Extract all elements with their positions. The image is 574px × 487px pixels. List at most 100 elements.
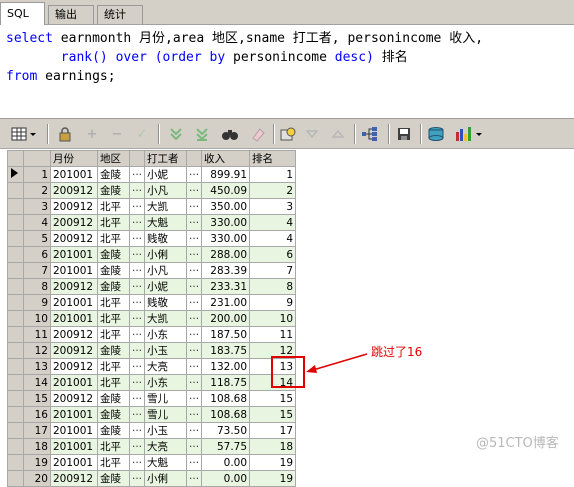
row-indicator[interactable]: [7, 374, 24, 391]
cell-area-dots[interactable]: ···: [128, 358, 146, 375]
row-indicator[interactable]: [7, 166, 24, 183]
cell-income[interactable]: 0.00: [201, 470, 251, 487]
grid-options-icon[interactable]: [10, 124, 40, 144]
cell-month[interactable]: 201001: [50, 422, 98, 439]
cell-area-dots[interactable]: ···: [128, 294, 146, 311]
cell-worker[interactable]: 贱敬: [144, 230, 188, 247]
cell-worker-dots[interactable]: ···: [186, 310, 203, 327]
cell-worker-dots[interactable]: ···: [186, 454, 203, 471]
cell-worker[interactable]: 大魁: [144, 214, 188, 231]
cell-area[interactable]: 北平: [97, 198, 130, 215]
cell-month[interactable]: 200912: [50, 214, 98, 231]
table-row[interactable]: 13 200912 北平 ··· 大亮 ··· 132.00 13: [7, 358, 297, 375]
cell-worker[interactable]: 小俐: [144, 470, 188, 487]
last-record-icon[interactable]: [192, 124, 212, 144]
row-indicator[interactable]: [7, 262, 24, 279]
cell-month[interactable]: 200912: [50, 198, 98, 215]
cell-area-dots[interactable]: ···: [128, 470, 146, 487]
cell-worker[interactable]: 小凡: [144, 262, 188, 279]
export-icon[interactable]: [426, 124, 446, 144]
cell-worker[interactable]: 雪儿: [144, 406, 188, 423]
table-row[interactable]: 17 201001 金陵 ··· 小玉 ··· 73.50 17: [7, 422, 297, 439]
cell-month[interactable]: 201001: [50, 438, 98, 455]
cell-worker[interactable]: 小俐: [144, 246, 188, 263]
cell-worker[interactable]: 小凡: [144, 182, 188, 199]
table-row[interactable]: 6 201001 金陵 ··· 小俐 ··· 288.00 6: [7, 246, 297, 263]
cell-worker-dots[interactable]: ···: [186, 470, 203, 487]
cell-income[interactable]: 183.75: [201, 342, 251, 359]
cell-area-dots[interactable]: ···: [128, 246, 146, 263]
table-row[interactable]: 20 200912 金陵 ··· 小俐 ··· 0.00 19: [7, 470, 297, 487]
row-indicator[interactable]: [7, 198, 24, 215]
cell-area-dots[interactable]: ···: [128, 214, 146, 231]
table-row[interactable]: 19 201001 北平 ··· 大魁 ··· 0.00 19: [7, 454, 297, 471]
cell-area-dots[interactable]: ···: [128, 406, 146, 423]
delete-record-icon[interactable]: −: [107, 124, 127, 144]
cell-worker[interactable]: 雪儿: [144, 390, 188, 407]
cell-area[interactable]: 金陵: [97, 406, 130, 423]
cell-month[interactable]: 201001: [50, 166, 98, 183]
find-icon[interactable]: [220, 124, 240, 144]
cell-rank[interactable]: 19: [249, 454, 297, 471]
cell-rank[interactable]: 17: [249, 422, 297, 439]
clear-icon[interactable]: [248, 124, 268, 144]
cell-rank[interactable]: 4: [249, 230, 297, 247]
cell-worker[interactable]: 大凯: [144, 198, 188, 215]
cell-month[interactable]: 200912: [50, 326, 98, 343]
cell-worker-dots[interactable]: ···: [186, 230, 203, 247]
cell-area[interactable]: 金陵: [97, 422, 130, 439]
header-income[interactable]: 收入: [201, 150, 251, 167]
cell-rank[interactable]: 8: [249, 278, 297, 295]
header-worker[interactable]: 打工者: [144, 150, 188, 167]
cell-month[interactable]: 200912: [50, 278, 98, 295]
cell-area[interactable]: 金陵: [97, 166, 130, 183]
cell-area-dots[interactable]: ···: [128, 166, 146, 183]
row-indicator[interactable]: [7, 358, 24, 375]
cell-area-dots[interactable]: ···: [128, 438, 146, 455]
table-row[interactable]: 1 201001 金陵 ··· 小妮 ··· 899.91 1: [7, 166, 297, 183]
cell-rank[interactable]: 10: [249, 310, 297, 327]
table-row[interactable]: 12 200912 金陵 ··· 小玉 ··· 183.75 12: [7, 342, 297, 359]
cell-area-dots[interactable]: ···: [128, 182, 146, 199]
header-month[interactable]: 月份: [50, 150, 98, 167]
cell-income[interactable]: 330.00: [201, 230, 251, 247]
cell-worker[interactable]: 小东: [144, 374, 188, 391]
cell-rank[interactable]: 11: [249, 326, 297, 343]
cell-month[interactable]: 201001: [50, 454, 98, 471]
cell-worker-dots[interactable]: ···: [186, 198, 203, 215]
cell-area[interactable]: 北平: [97, 438, 130, 455]
cell-area-dots[interactable]: ···: [128, 198, 146, 215]
cell-worker[interactable]: 大魁: [144, 454, 188, 471]
cell-income[interactable]: 288.00: [201, 246, 251, 263]
cell-rank[interactable]: 15: [249, 406, 297, 423]
row-indicator[interactable]: [7, 182, 24, 199]
cell-rank[interactable]: 1: [249, 166, 297, 183]
cell-area-dots[interactable]: ···: [128, 262, 146, 279]
cell-worker[interactable]: 大凯: [144, 310, 188, 327]
query-by-example-icon[interactable]: [278, 124, 298, 144]
cell-rank[interactable]: 15: [249, 390, 297, 407]
cell-month[interactable]: 201001: [50, 406, 98, 423]
row-indicator[interactable]: [7, 470, 24, 487]
cell-worker-dots[interactable]: ···: [186, 182, 203, 199]
cell-worker-dots[interactable]: ···: [186, 294, 203, 311]
sort-icon[interactable]: [328, 124, 348, 144]
row-indicator[interactable]: [7, 438, 24, 455]
cell-area-dots[interactable]: ···: [128, 374, 146, 391]
cell-worker-dots[interactable]: ···: [186, 166, 203, 183]
cell-area-dots[interactable]: ···: [128, 278, 146, 295]
tab-statistics[interactable]: 统计表: [97, 5, 143, 39]
cell-income[interactable]: 108.68: [201, 390, 251, 407]
cell-area-dots[interactable]: ···: [128, 230, 146, 247]
cell-income[interactable]: 450.09: [201, 182, 251, 199]
cell-area[interactable]: 金陵: [97, 182, 130, 199]
table-row[interactable]: 8 200912 金陵 ··· 小妮 ··· 233.31 8: [7, 278, 297, 295]
cell-worker[interactable]: 大亮: [144, 358, 188, 375]
row-indicator[interactable]: [7, 390, 24, 407]
table-row[interactable]: 14 201001 北平 ··· 小东 ··· 118.75 14: [7, 374, 297, 391]
cell-month[interactable]: 201001: [50, 262, 98, 279]
cell-worker[interactable]: 小妮: [144, 166, 188, 183]
table-row[interactable]: 15 200912 金陵 ··· 雪儿 ··· 108.68 15: [7, 390, 297, 407]
cell-area[interactable]: 北平: [97, 310, 130, 327]
cell-month[interactable]: 201001: [50, 310, 98, 327]
